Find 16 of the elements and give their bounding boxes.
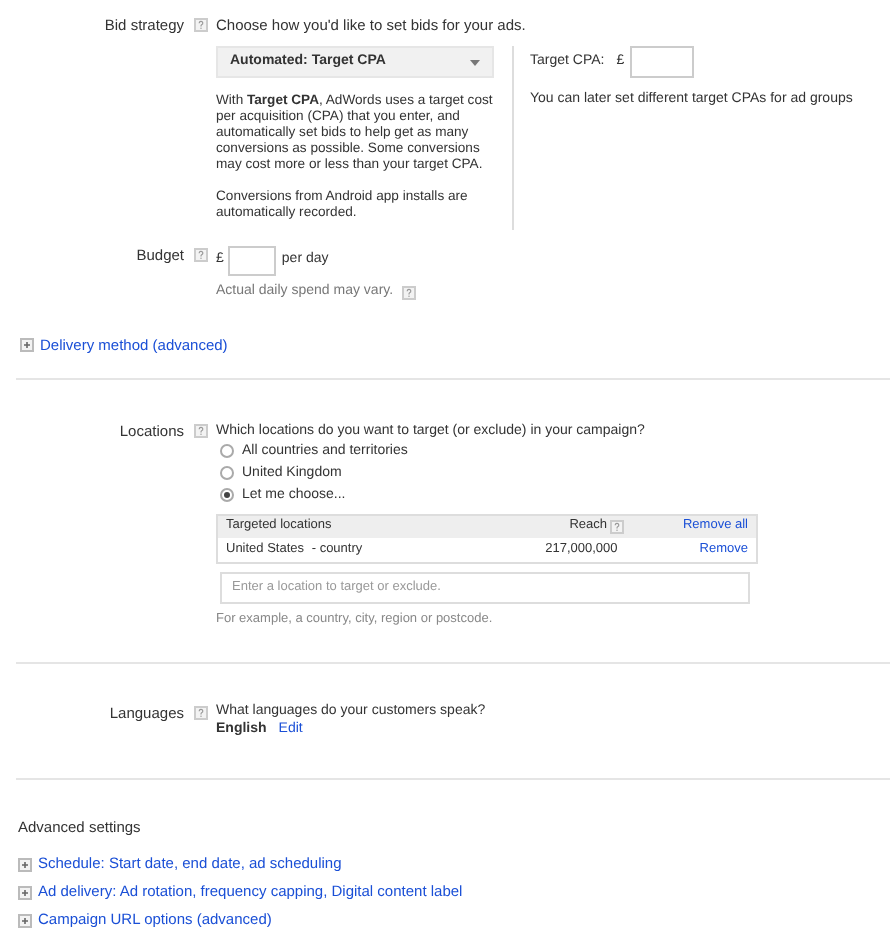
expand-icon[interactable] — [18, 857, 32, 872]
expand-icon[interactable] — [18, 885, 32, 900]
radio-button[interactable] — [220, 488, 234, 503]
expand-icon[interactable] — [20, 337, 34, 352]
help-icon[interactable] — [194, 423, 208, 438]
radio-button[interactable] — [220, 444, 234, 459]
help-icon[interactable] — [194, 248, 208, 262]
help-icon[interactable] — [194, 18, 208, 32]
expand-icon[interactable] — [18, 913, 32, 928]
help-icon[interactable] — [610, 519, 625, 534]
budget-field[interactable] — [227, 246, 276, 276]
help-icon[interactable] — [401, 285, 416, 300]
target-cpa-field[interactable] — [630, 46, 695, 78]
caret-icon — [470, 59, 480, 65]
help-icon[interactable] — [194, 705, 208, 719]
radio-button[interactable] — [220, 466, 234, 481]
